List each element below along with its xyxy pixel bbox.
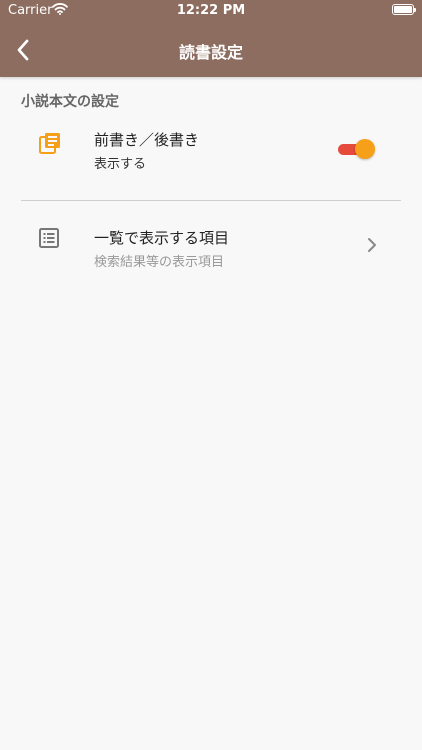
navigation-header: Carrier 12:22 PM 読書設定 (0, 0, 422, 77)
item-title: 一覧で表示する項目 (94, 229, 230, 247)
divider (21, 200, 401, 201)
section-title: 小説本文の設定 (21, 94, 119, 110)
toggle-knob (355, 139, 375, 159)
item-subtitle: 表示する (94, 157, 147, 172)
item-subtitle: 検索結果等の表示項目 (94, 255, 225, 270)
list-item-preface-afterword: 前書き／後書き 表示する (0, 124, 422, 198)
chevron-right-icon (368, 238, 376, 252)
page-title: 読書設定 (178, 43, 243, 62)
item-title: 前書き／後書き (94, 131, 200, 149)
list-item-list-display-items[interactable]: 一覧で表示する項目 検索結果等の表示項目 (0, 220, 422, 280)
clock-time: 12:22 PM (176, 3, 246, 18)
preface-afterword-toggle[interactable] (338, 139, 375, 159)
book-stack-icon (39, 133, 60, 154)
list-icon (39, 228, 59, 248)
battery-icon (392, 4, 416, 15)
status-bar: Carrier 12:22 PM (0, 0, 422, 22)
